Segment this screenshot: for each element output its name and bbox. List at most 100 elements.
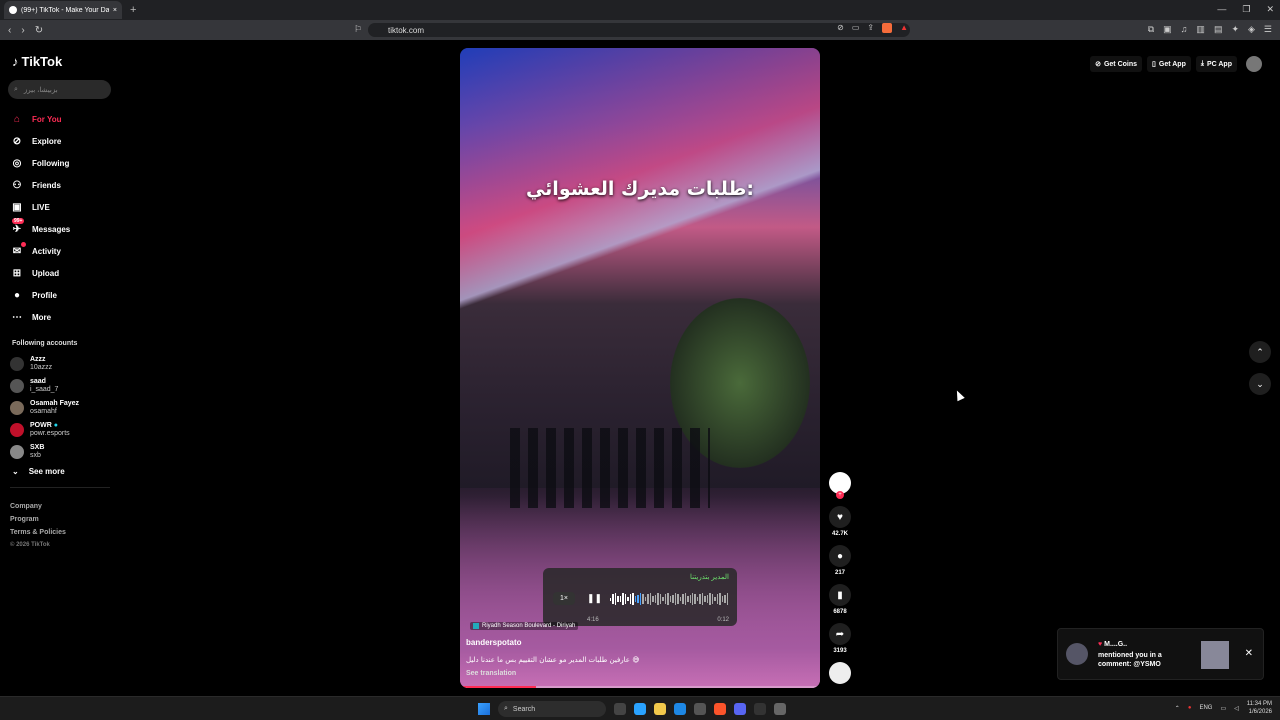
video-player[interactable]: طلبات مديرك العشوائي: المدير بتدريتنا 1×… — [460, 48, 820, 688]
url-field[interactable]: tiktok.com — [368, 23, 910, 37]
follow-plus-icon[interactable]: + — [836, 491, 844, 499]
microphone-icon[interactable]: ● — [1188, 705, 1192, 711]
store-icon[interactable] — [694, 703, 706, 715]
edge-icon[interactable] — [674, 703, 686, 715]
nav-upload[interactable]: ⊞ Upload — [10, 262, 70, 284]
reload-icon[interactable]: ↻ — [35, 25, 43, 36]
leo-icon[interactable]: ✦ — [1231, 24, 1239, 35]
heart-icon: ♥ — [837, 511, 843, 523]
account-item[interactable]: SXB sxb — [10, 441, 79, 463]
progress-fill — [460, 686, 536, 688]
file-explorer-icon[interactable] — [654, 703, 666, 715]
rewards-icon[interactable]: ▲ — [900, 23, 908, 33]
account-item[interactable]: Osamah Fayez osamahf — [10, 397, 79, 419]
user-avatar[interactable] — [1246, 56, 1262, 72]
menu-icon[interactable]: ☰ — [1264, 24, 1272, 35]
new-tab-button[interactable]: + — [130, 4, 136, 16]
sidebar-icon[interactable]: ▥ — [1196, 24, 1205, 35]
nav-for-you[interactable]: ⌂ For You — [10, 108, 70, 130]
mute-icon[interactable]: ⊘ — [837, 23, 844, 33]
see-more-button[interactable]: ⌄ See more — [12, 467, 65, 476]
nav-profile[interactable]: ● Profile — [10, 284, 70, 306]
music-icon[interactable]: ♫ — [1181, 24, 1188, 35]
video-progress-bar[interactable] — [460, 686, 820, 688]
tiktok-logo[interactable]: ♪ TikTok — [12, 54, 62, 69]
waveform-bar — [664, 593, 667, 605]
language-indicator[interactable]: ENG — [1199, 705, 1212, 711]
bookmark-icon[interactable]: ⚐ — [354, 24, 362, 35]
nav-activity[interactable]: ✉ Activity — [10, 240, 70, 262]
discord-icon[interactable] — [734, 703, 746, 715]
compass-icon: ⊘ — [12, 135, 22, 147]
close-window-button[interactable]: ✕ — [1266, 4, 1274, 15]
share-button[interactable]: ➦ — [829, 623, 851, 645]
nav-more[interactable]: ⋯ More — [10, 306, 70, 328]
brave-shield-icon[interactable] — [882, 23, 893, 33]
search-input[interactable]: ⌕ بزبيشا، بيرز — [8, 80, 111, 99]
account-item[interactable]: POWR ● powr.esports — [10, 419, 79, 441]
brave-icon[interactable] — [714, 703, 726, 715]
pause-icon[interactable]: ❚❚ — [587, 593, 602, 604]
cast-icon[interactable]: ▭ — [852, 23, 860, 33]
following-icon: ◎ — [12, 157, 22, 169]
voice-title: المدير بتدريتنا — [690, 574, 729, 581]
footer-link-program[interactable]: Program — [10, 513, 66, 526]
video-people — [510, 428, 710, 508]
location-tag[interactable]: Riyadh Season Boulevard - Diriyah — [470, 622, 579, 630]
nav-label: Following — [32, 158, 70, 168]
restore-button[interactable]: ❐ — [1242, 4, 1250, 15]
wallet-icon[interactable]: ▣ — [1163, 24, 1172, 35]
back-icon[interactable]: ‹ — [8, 25, 11, 36]
creator-avatar[interactable]: + — [829, 472, 851, 499]
vpn-icon[interactable]: ◈ — [1248, 24, 1255, 35]
chevron-up-icon[interactable]: ⌃ — [1175, 705, 1180, 712]
nav-explore[interactable]: ⊘ Explore — [10, 130, 70, 152]
task-view-icon[interactable] — [614, 703, 626, 715]
tabs-icon[interactable]: ▤ — [1214, 24, 1223, 35]
comment-button[interactable]: ● — [829, 545, 851, 567]
clock[interactable]: 11:34 PM 1/6/2026 — [1247, 700, 1272, 716]
notification-toast[interactable]: ♥ M....G.. mentioned you in a comment: @… — [1057, 628, 1264, 680]
xbox-icon[interactable] — [754, 703, 766, 715]
get-coins-button[interactable]: ⊘ Get Coins — [1090, 56, 1143, 72]
live-icon: ▣ — [12, 201, 22, 213]
next-video-button[interactable]: ⌄ — [1249, 373, 1271, 395]
nav-following[interactable]: ◎ Following — [10, 152, 70, 174]
get-app-button[interactable]: ▯ Get App — [1147, 56, 1191, 72]
playback-speed-button[interactable]: 1× — [553, 592, 575, 605]
waveform-bar — [647, 593, 649, 605]
footer-link-company[interactable]: Company — [10, 500, 66, 513]
top-right-bar: ⊘ Get Coins ▯ Get App ⤓ PC App — [1090, 56, 1262, 72]
tab-close-button[interactable]: × — [113, 7, 117, 14]
minimize-button[interactable]: — — [1217, 4, 1226, 15]
taskbar-search[interactable]: ⌕ Search — [498, 701, 606, 717]
audio-waveform[interactable] — [610, 592, 729, 606]
settings-gear-icon[interactable] — [774, 703, 786, 715]
waveform-bar — [706, 595, 709, 603]
account-item[interactable]: saad i_saad_7 — [10, 375, 79, 397]
share-icon[interactable]: ⇪ — [867, 23, 874, 33]
video-author[interactable]: banderspotato — [466, 638, 522, 647]
nav-live[interactable]: ▣ LIVE — [10, 196, 70, 218]
windows-start-icon[interactable] — [478, 703, 490, 715]
nav-messages[interactable]: ✈ 99+ Messages — [10, 218, 70, 240]
save-button[interactable]: ▮ — [829, 584, 851, 606]
copilot-icon[interactable] — [634, 703, 646, 715]
nav-friends[interactable]: ⚇ Friends — [10, 174, 70, 196]
pc-app-button[interactable]: ⤓ PC App — [1195, 56, 1237, 72]
music-disc-icon[interactable] — [829, 662, 851, 684]
like-button[interactable]: ♥ — [829, 506, 851, 528]
waveform-bar — [679, 597, 682, 601]
previous-video-button[interactable]: ⌃ — [1249, 341, 1271, 363]
nav-label: Friends — [32, 180, 61, 190]
see-translation-link[interactable]: See translation — [466, 670, 516, 677]
browser-tab[interactable]: (99+) TikTok - Make Your Day × — [4, 1, 122, 19]
close-icon[interactable]: ✕ — [1245, 648, 1253, 659]
forward-icon[interactable]: › — [21, 25, 24, 36]
account-item[interactable]: Azzz 10azzz — [10, 353, 79, 375]
network-icon[interactable]: ▭ — [1220, 705, 1226, 712]
extensions-icon[interactable]: ⧉ — [1148, 24, 1154, 35]
footer-link-terms[interactable]: Terms & Policies — [10, 526, 66, 539]
waveform-bar — [724, 595, 726, 603]
volume-icon[interactable]: ◁ — [1234, 705, 1239, 712]
